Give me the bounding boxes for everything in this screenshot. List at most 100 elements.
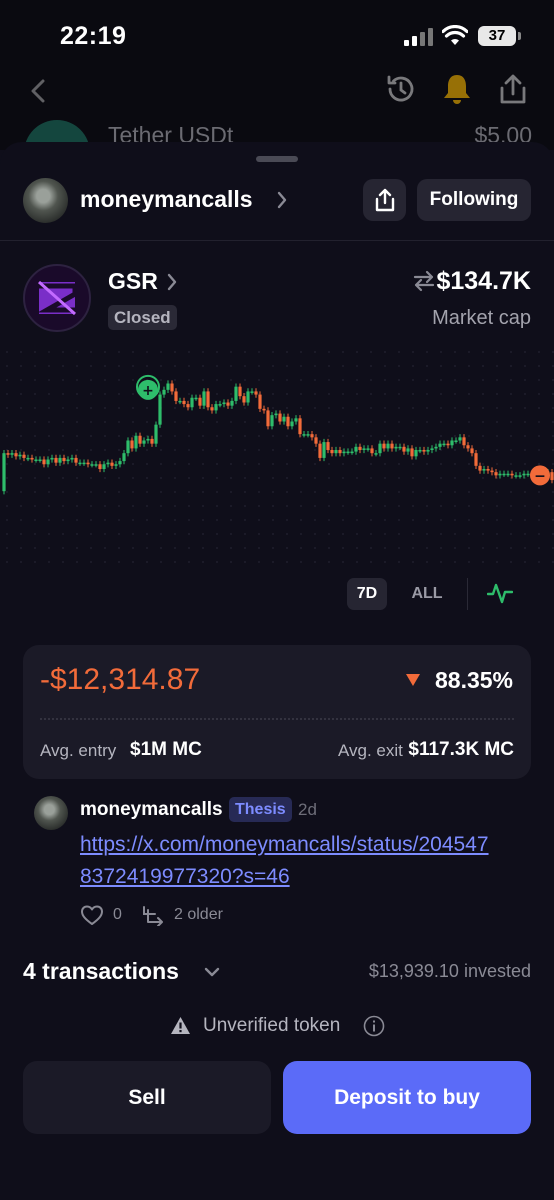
history-icon[interactable] <box>384 72 418 106</box>
candle-body <box>474 453 478 466</box>
swap-icon[interactable] <box>412 270 436 292</box>
market-cap-label: Market cap <box>432 307 531 329</box>
user-avatar[interactable] <box>23 178 68 223</box>
heart-icon[interactable] <box>80 904 104 926</box>
candle-body <box>502 473 506 476</box>
back-chevron-icon[interactable] <box>28 78 50 104</box>
candle-body <box>154 424 158 444</box>
candle-body <box>262 408 266 411</box>
candle-body <box>214 404 218 411</box>
candle-body <box>30 457 34 460</box>
avg-entry-label: Avg. entry <box>40 741 117 760</box>
history-list-icon[interactable] <box>141 904 165 926</box>
candle-body <box>318 443 322 458</box>
sheet-grabber[interactable] <box>256 156 298 162</box>
avg-exit-value: $117.3K MC <box>408 739 514 760</box>
candle-body <box>54 457 58 463</box>
candle-body <box>286 416 290 427</box>
candle-body <box>350 451 354 454</box>
candle-body <box>234 386 238 401</box>
candle-body <box>122 453 126 462</box>
chevron-right-icon[interactable] <box>276 190 288 210</box>
chevron-down-icon[interactable] <box>203 966 221 978</box>
market-cap-value: $134.7K <box>436 267 531 295</box>
candle-body <box>454 440 458 442</box>
marker-label: + <box>142 383 154 399</box>
token-logo[interactable] <box>23 264 91 332</box>
sell-marker[interactable]: − <box>530 465 550 486</box>
price-chart[interactable]: +− <box>0 345 554 575</box>
range-all-button[interactable]: ALL <box>407 578 447 610</box>
candle-body <box>366 448 370 450</box>
candle-body <box>142 440 146 444</box>
profile-username[interactable]: moneymancalls <box>80 186 253 213</box>
candle-body <box>302 434 306 436</box>
share-icon <box>375 188 394 212</box>
candle-body <box>450 440 454 446</box>
candle-body <box>150 438 154 444</box>
status-time: 22:19 <box>60 22 127 50</box>
following-button[interactable]: Following <box>417 179 531 221</box>
candle-body <box>110 462 114 466</box>
candle-body <box>310 434 314 438</box>
candle-body <box>118 461 122 465</box>
candle-body <box>198 397 202 406</box>
line-chart-icon[interactable] <box>487 580 513 606</box>
info-icon[interactable] <box>363 1015 385 1037</box>
divider <box>0 240 554 241</box>
candle-body <box>158 394 162 425</box>
token-name[interactable]: GSR <box>108 268 158 295</box>
candle-body <box>486 469 490 471</box>
candle-body <box>550 472 554 481</box>
candle-body <box>90 464 94 466</box>
candle-body <box>394 446 398 449</box>
candle-body <box>282 416 286 422</box>
marker-label: − <box>534 468 546 484</box>
candle-body <box>226 402 230 406</box>
older-posts-link[interactable]: 2 older <box>174 906 223 924</box>
candle-body <box>58 457 62 463</box>
candle-body <box>354 446 358 452</box>
candle-body <box>138 435 142 444</box>
candle-body <box>274 413 278 416</box>
like-count: 0 <box>113 906 122 923</box>
range-divider <box>467 578 468 610</box>
candle-body <box>478 465 482 471</box>
candle-body <box>382 443 386 449</box>
post-avatar[interactable] <box>34 796 68 830</box>
unverified-token-label: Unverified token <box>203 1015 341 1036</box>
candle-body <box>22 454 26 458</box>
candle-body <box>254 391 258 395</box>
candle-body <box>130 440 134 449</box>
buy-marker[interactable]: + <box>136 374 160 400</box>
candle-body <box>402 446 406 452</box>
candle-body <box>526 473 530 476</box>
deposit-to-buy-button[interactable]: Deposit to buy <box>283 1061 531 1134</box>
range-7d-button[interactable]: 7D <box>347 578 387 610</box>
candle-body <box>238 386 242 397</box>
candle-body <box>102 464 106 469</box>
candle-body <box>470 448 474 454</box>
post-username[interactable]: moneymancalls <box>80 799 223 821</box>
candle-body <box>410 448 414 457</box>
battery-indicator: 37 <box>478 26 516 46</box>
candle-body <box>406 448 410 452</box>
candle-body <box>50 457 54 460</box>
candle-body <box>442 443 446 446</box>
share-icon[interactable] <box>497 72 529 106</box>
candle-body <box>510 473 514 476</box>
candle-body <box>174 391 178 401</box>
candle-body <box>230 400 234 406</box>
chevron-right-icon[interactable] <box>166 272 178 292</box>
candle-body <box>206 391 210 408</box>
transactions-toggle[interactable]: 4 transactions <box>23 958 179 985</box>
candle-body <box>190 397 194 408</box>
candle-body <box>194 397 198 400</box>
sell-button[interactable]: Sell <box>23 1061 271 1134</box>
candle-body <box>326 442 330 450</box>
post-link[interactable]: https://x.com/moneymancalls/status/20454… <box>80 829 500 893</box>
status-badge: Closed <box>108 305 177 330</box>
bell-icon[interactable] <box>441 72 473 106</box>
candle-body <box>498 473 502 476</box>
share-button[interactable] <box>363 179 406 221</box>
